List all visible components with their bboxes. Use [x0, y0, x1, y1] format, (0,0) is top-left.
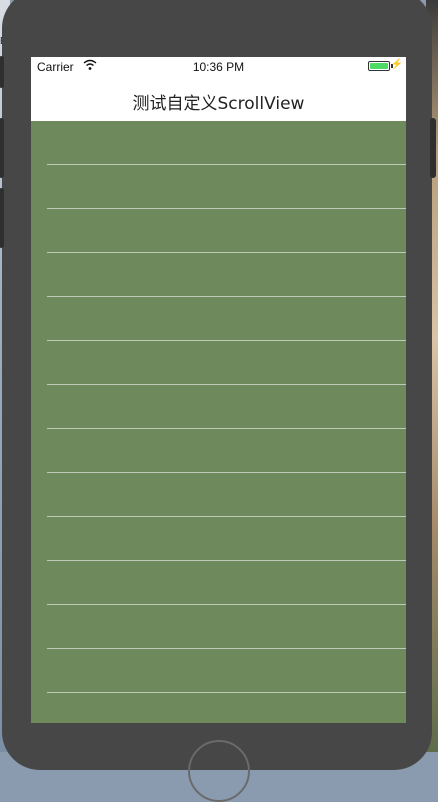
scroll-row[interactable] — [47, 209, 406, 253]
volume-up-button — [0, 118, 4, 178]
navigation-bar: 测试自定义ScrollView — [31, 77, 406, 121]
scroll-row[interactable] — [47, 561, 406, 605]
home-button[interactable] — [188, 740, 250, 802]
status-time: 10:36 PM — [192, 60, 245, 74]
scroll-row[interactable] — [47, 165, 406, 209]
charging-bolt-icon: ⚡ — [390, 59, 403, 70]
power-button — [430, 118, 436, 178]
scroll-row[interactable] — [47, 649, 406, 693]
scroll-row[interactable] — [47, 253, 406, 297]
scroll-row[interactable] — [47, 517, 406, 561]
battery-icon — [368, 61, 390, 71]
scroll-row[interactable] — [47, 385, 406, 429]
device-screen: Carrier 10:36 PM ⚡ 测试自定义ScrollView — [31, 57, 406, 723]
volume-down-button — [0, 188, 4, 248]
scroll-row[interactable] — [47, 121, 406, 165]
scroll-row[interactable] — [47, 297, 406, 341]
battery-level-fill — [370, 63, 388, 69]
scroll-row[interactable] — [47, 341, 406, 385]
custom-scroll-view[interactable] — [31, 121, 406, 723]
scroll-row[interactable] — [47, 605, 406, 649]
status-bar: Carrier 10:36 PM ⚡ — [31, 57, 406, 77]
scroll-row[interactable] — [47, 429, 406, 473]
scroll-row[interactable] — [47, 473, 406, 517]
nav-title: 测试自定义ScrollView — [132, 94, 305, 114]
mute-switch — [0, 56, 4, 88]
